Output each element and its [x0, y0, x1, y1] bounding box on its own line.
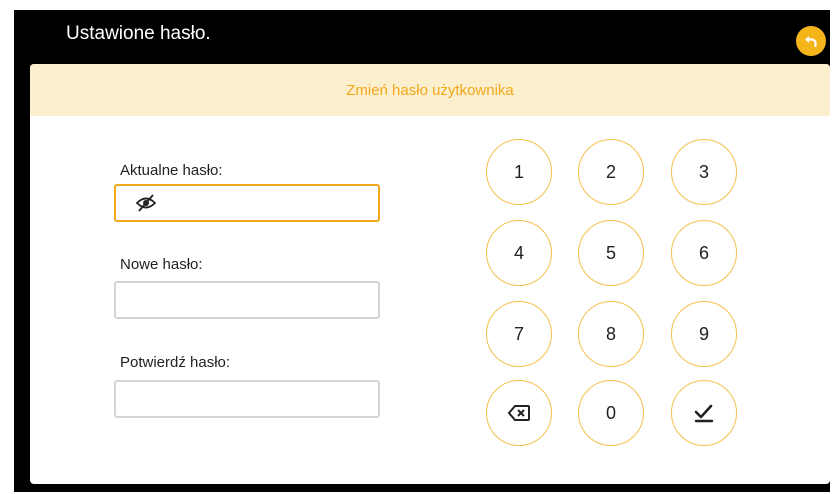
new-password-field[interactable]: [114, 281, 380, 319]
confirm-password-field[interactable]: [114, 380, 380, 418]
new-password-label: Nowe hasło:: [120, 256, 203, 273]
key-8[interactable]: 8: [578, 301, 644, 367]
backspace-button[interactable]: [486, 380, 552, 446]
panel-title: Zmień hasło użytkownika: [30, 64, 830, 116]
back-arrow-icon: [805, 36, 817, 48]
key-2[interactable]: 2: [578, 139, 644, 205]
key-1[interactable]: 1: [486, 139, 552, 205]
confirm-password-label: Potwierdź hasło:: [120, 354, 231, 371]
eye-off-icon[interactable]: [135, 194, 157, 212]
app-window: Ustawione hasło. Zmień hasło użytkownika…: [14, 10, 830, 492]
confirm-button[interactable]: [671, 380, 737, 446]
key-0[interactable]: 0: [578, 380, 644, 446]
key-5[interactable]: 5: [578, 220, 644, 286]
key-3[interactable]: 3: [671, 139, 737, 205]
check-icon: [694, 404, 714, 423]
key-7[interactable]: 7: [486, 301, 552, 367]
current-password-label: Aktualne hasło:: [120, 162, 223, 179]
key-6[interactable]: 6: [671, 220, 737, 286]
key-4[interactable]: 4: [486, 220, 552, 286]
current-password-field[interactable]: [114, 184, 380, 222]
change-password-panel: Zmień hasło użytkownika Aktualne hasło: …: [30, 64, 830, 484]
key-9[interactable]: 9: [671, 301, 737, 367]
back-button[interactable]: [796, 26, 826, 56]
backspace-icon: [508, 405, 530, 421]
page-title: Ustawione hasło.: [66, 23, 211, 44]
